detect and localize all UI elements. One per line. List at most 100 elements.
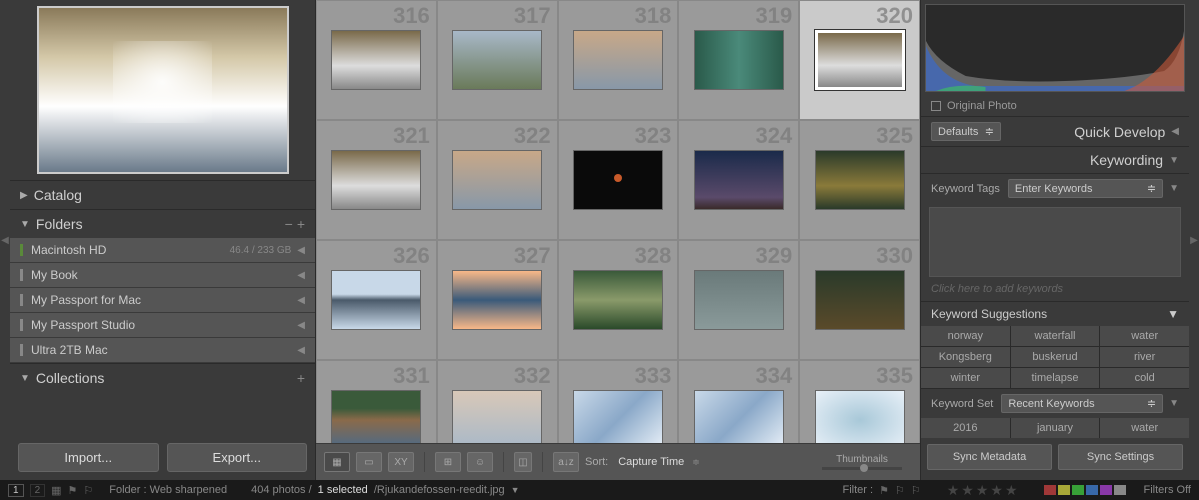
filter-unflag-icon[interactable]: ⚐ xyxy=(895,484,905,497)
grid-cell[interactable]: 328 xyxy=(558,240,679,360)
keyword-suggestion[interactable]: Kongsberg xyxy=(921,347,1010,367)
survey-view-button[interactable]: ⊞ xyxy=(435,452,461,472)
disclosure-right-icon: ▶ xyxy=(20,190,28,201)
thumbnail-size-slider[interactable]: Thumbnails xyxy=(822,454,902,470)
grid-cell[interactable]: 331 xyxy=(316,360,437,443)
keyword-suggestions-header[interactable]: Keyword Suggestions▼ xyxy=(921,301,1189,326)
cell-index: 332 xyxy=(514,363,551,389)
reject-icon[interactable]: ⚐ xyxy=(83,484,93,497)
plus-icon[interactable]: + xyxy=(297,216,305,232)
rating-star[interactable]: ★ xyxy=(976,482,989,499)
view-1-button[interactable]: 1 xyxy=(8,484,24,497)
keyword-suggestion[interactable]: timelapse xyxy=(1011,368,1100,388)
keywording-header[interactable]: Keywording xyxy=(931,152,1163,168)
rating-star[interactable]: ★ xyxy=(990,482,1003,499)
keyword-suggestion[interactable]: winter xyxy=(921,368,1010,388)
color-label-chip[interactable] xyxy=(1100,485,1112,495)
keyword-recent[interactable]: 2016 xyxy=(921,418,1010,438)
keyword-tags-dropdown[interactable]: Enter Keywords≑ xyxy=(1008,179,1163,198)
color-label-chip[interactable] xyxy=(1072,485,1084,495)
plus-icon[interactable]: + xyxy=(297,370,305,386)
keyword-recent[interactable]: water xyxy=(1100,418,1189,438)
sort-direction-button[interactable]: a↓z xyxy=(553,452,579,472)
keyword-textarea[interactable] xyxy=(929,207,1181,277)
color-label-chip[interactable] xyxy=(1058,485,1070,495)
navigator-preview[interactable] xyxy=(10,0,315,180)
folder-item[interactable]: My Passport for Mac◀ xyxy=(10,288,315,313)
painter-tool-button[interactable]: ◫ xyxy=(514,452,532,472)
catalog-header[interactable]: ▶ Catalog xyxy=(10,181,315,209)
grid-cell[interactable]: 332 xyxy=(437,360,558,443)
cell-index: 330 xyxy=(876,243,913,269)
folder-item[interactable]: Macintosh HD46.4 / 233 GB◀ xyxy=(10,238,315,263)
grid-cell[interactable]: 318 xyxy=(558,0,679,120)
grid-cell[interactable]: 316 xyxy=(316,0,437,120)
keyword-suggestion[interactable]: waterfall xyxy=(1011,326,1100,346)
color-label-chip[interactable] xyxy=(1086,485,1098,495)
keyword-set-dropdown[interactable]: Recent Keywords≑ xyxy=(1001,394,1163,413)
keyword-suggestion[interactable]: norway xyxy=(921,326,1010,346)
rating-star[interactable]: ★ xyxy=(961,482,974,499)
sort-dropdown[interactable]: Capture Time xyxy=(618,456,684,468)
rating-star[interactable]: ★ xyxy=(947,482,960,499)
defaults-dropdown[interactable]: Defaults≑ xyxy=(931,122,1001,141)
dropdown-icon: ≑ xyxy=(692,457,700,468)
import-button[interactable]: Import... xyxy=(18,443,159,472)
grid-cell[interactable]: 323 xyxy=(558,120,679,240)
grid-cell[interactable]: 326 xyxy=(316,240,437,360)
thumbnail-image xyxy=(573,30,663,90)
grid-cell[interactable]: 329 xyxy=(678,240,799,360)
quick-develop-header[interactable]: Quick Develop xyxy=(1001,124,1165,140)
filter-flag-icon[interactable]: ⚑ xyxy=(879,484,889,497)
minus-icon[interactable]: − xyxy=(285,216,293,232)
grid-cell[interactable]: 320 xyxy=(799,0,920,120)
loupe-view-button[interactable]: ▭ xyxy=(356,452,382,472)
color-label-chip[interactable] xyxy=(1044,485,1056,495)
left-panel: ▶ Catalog ▼ Folders − + Macintosh HD46.4… xyxy=(10,0,316,480)
grid-cell[interactable]: 325 xyxy=(799,120,920,240)
original-photo-toggle[interactable]: Original Photo xyxy=(921,96,1189,116)
filter-reject-icon[interactable]: ⚐ xyxy=(911,484,921,497)
keyword-input[interactable]: Click here to add keywords xyxy=(931,283,1063,295)
grid-icon[interactable]: ▦ xyxy=(51,484,61,497)
keyword-suggestion[interactable]: water xyxy=(1100,326,1189,346)
grid-cell[interactable]: 321 xyxy=(316,120,437,240)
sync-settings-button[interactable]: Sync Settings xyxy=(1058,444,1183,470)
sync-metadata-button[interactable]: Sync Metadata xyxy=(927,444,1052,470)
dropdown-icon[interactable]: ▼ xyxy=(511,485,520,495)
grid-cell[interactable]: 334 xyxy=(678,360,799,443)
folder-item[interactable]: My Book◀ xyxy=(10,263,315,288)
grid-cell[interactable]: 319 xyxy=(678,0,799,120)
export-button[interactable]: Export... xyxy=(167,443,308,472)
grid-cell[interactable]: 317 xyxy=(437,0,558,120)
filters-off-label[interactable]: Filters Off xyxy=(1144,484,1191,496)
grid-cell[interactable]: 327 xyxy=(437,240,558,360)
cell-index: 323 xyxy=(635,123,672,149)
keyword-suggestion[interactable]: buskerud xyxy=(1011,347,1100,367)
color-label-chip[interactable] xyxy=(1114,485,1126,495)
grid-cell[interactable]: 324 xyxy=(678,120,799,240)
folder-item[interactable]: Ultra 2TB Mac◀ xyxy=(10,338,315,363)
keyword-suggestion[interactable]: cold xyxy=(1100,368,1189,388)
view-2-button[interactable]: 2 xyxy=(30,484,46,497)
grid-cell[interactable]: 330 xyxy=(799,240,920,360)
right-edge-handle[interactable]: ▶ xyxy=(1189,0,1199,480)
histogram[interactable] xyxy=(925,4,1185,92)
keyword-recent[interactable]: january xyxy=(1011,418,1100,438)
grid-cell[interactable]: 335 xyxy=(799,360,920,443)
volume-indicator-icon xyxy=(20,244,23,256)
keyword-suggestion[interactable]: river xyxy=(1100,347,1189,367)
grid-view-button[interactable]: ▦ xyxy=(324,452,350,472)
folder-item[interactable]: My Passport Studio◀ xyxy=(10,313,315,338)
rating-star[interactable]: ★ xyxy=(1005,482,1018,499)
people-view-button[interactable]: ☺ xyxy=(467,452,493,472)
folder-name: My Book xyxy=(31,268,291,282)
compare-view-button[interactable]: XY xyxy=(388,452,414,472)
flag-icon[interactable]: ⚑ xyxy=(68,484,78,497)
collections-header[interactable]: ▼ Collections + xyxy=(10,364,315,392)
left-edge-handle[interactable]: ◀ xyxy=(0,0,10,480)
folders-header[interactable]: ▼ Folders − + xyxy=(10,210,315,238)
volume-indicator-icon xyxy=(20,344,23,356)
grid-cell[interactable]: 322 xyxy=(437,120,558,240)
grid-cell[interactable]: 333 xyxy=(558,360,679,443)
